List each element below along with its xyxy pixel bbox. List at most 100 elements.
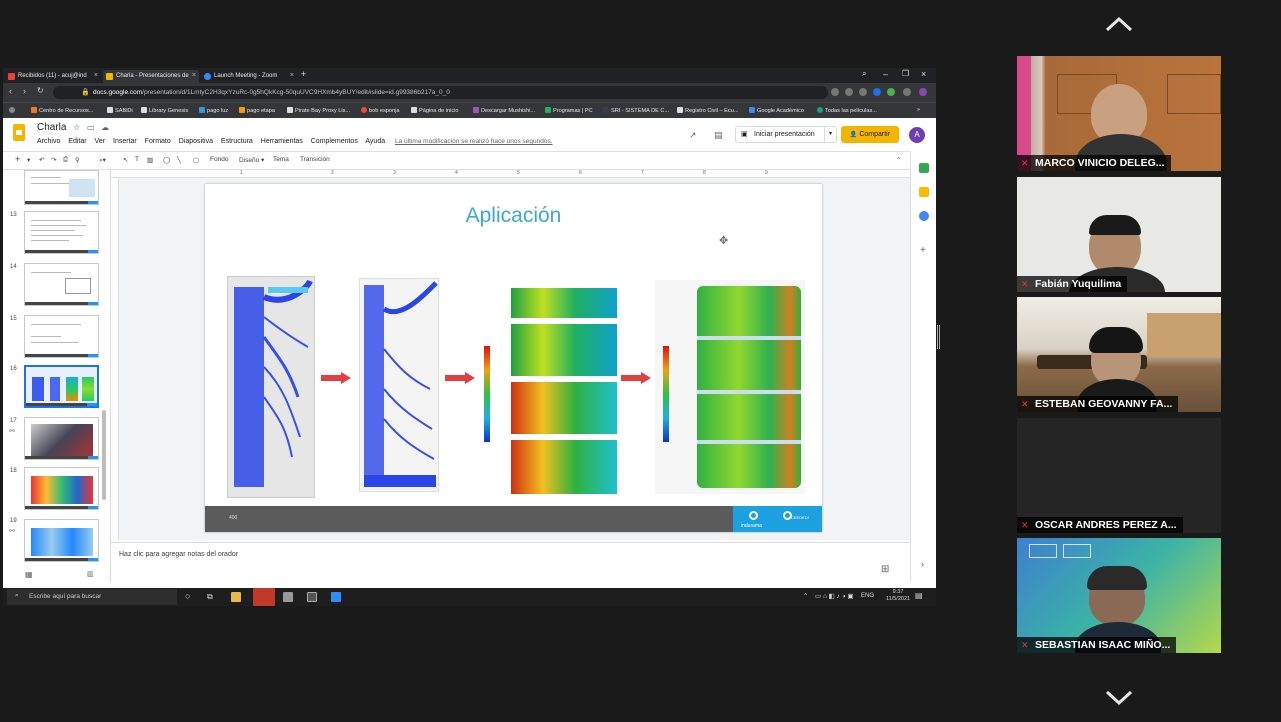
star-icon[interactable]: ☆	[73, 123, 80, 132]
menu-formato[interactable]: Formato	[145, 138, 171, 145]
chevron-up-icon[interactable]: ⌃	[896, 156, 901, 164]
chevron-down-icon[interactable]: ▾	[27, 156, 30, 164]
bookmark-item[interactable]: Registro Civil – Ecu...	[677, 107, 738, 114]
filmstrip-view-icon[interactable]: ▥	[87, 570, 94, 578]
app-icon[interactable]	[307, 592, 317, 602]
bookmark-item[interactable]: Programas | PC	[545, 107, 593, 114]
keep-icon[interactable]	[919, 187, 929, 197]
menu-archivo[interactable]: Archivo	[37, 138, 60, 145]
menu-editar[interactable]: Editar	[68, 138, 86, 145]
temperature-contour-image[interactable]	[479, 284, 619, 496]
tasks-icon[interactable]	[919, 211, 929, 221]
chrome-icon[interactable]	[253, 588, 275, 606]
comments-icon[interactable]: ▤	[714, 130, 723, 141]
slide-thumbnail[interactable]	[24, 519, 99, 562]
more-bookmarks-icon[interactable]: »	[917, 107, 920, 113]
minimize-icon[interactable]: –	[883, 69, 888, 79]
notifications-icon[interactable]: ▤	[915, 591, 923, 600]
filmstrip-scrollbar[interactable]	[102, 410, 106, 500]
forward-icon[interactable]: ›	[23, 86, 26, 96]
present-dropdown-icon[interactable]: ▾	[824, 127, 836, 142]
paint-format-icon[interactable]: ⚲	[75, 156, 80, 164]
bookmark-item[interactable]: pago etapa	[239, 107, 275, 114]
slide-thumbnail-selected[interactable]	[24, 365, 99, 408]
gallery-up-chevron-icon[interactable]	[1104, 14, 1134, 34]
print-icon[interactable]: ⎙	[63, 156, 68, 164]
menu-ayuda[interactable]: Ayuda	[365, 138, 385, 145]
menu-complementos[interactable]: Complementos	[311, 138, 358, 145]
bookmark-item[interactable]: Library Genesis	[141, 107, 188, 114]
design-button[interactable]: Diseño ▾	[239, 156, 264, 164]
bookmark-item[interactable]: Pirate Bay Proxy Lis...	[287, 107, 350, 114]
grid-view-icon[interactable]: ▦	[25, 570, 33, 579]
participant-video[interactable]: ✕ Fabián Yuquilima	[1017, 177, 1221, 292]
app-icon[interactable]	[283, 592, 293, 602]
new-tab-button[interactable]: +	[301, 69, 306, 79]
tray-chevron-icon[interactable]: ⌃	[803, 592, 808, 600]
theme-button[interactable]: Tema	[273, 156, 289, 163]
comment-icon[interactable]: ▢	[193, 156, 199, 164]
line-icon[interactable]: ╲	[177, 156, 181, 164]
bookmark-item[interactable]: SRI - SISTEMA DE C...	[603, 107, 669, 114]
menu-estructura[interactable]: Estructura	[221, 138, 253, 145]
url-input[interactable]: 🔒 docs.google.com/presentation/d/1LmtyC2…	[53, 86, 828, 99]
current-slide[interactable]: Aplicación ✥ 400 indurama CEEDEDI	[205, 184, 822, 532]
cortana-icon[interactable]: ○	[185, 591, 190, 601]
temperature-contour-image[interactable]	[655, 280, 805, 494]
bookmark-item[interactable]: Todas las películas...	[817, 107, 877, 114]
cloud-icon[interactable]: ☁	[101, 123, 109, 132]
participant-video[interactable]: ✕ MARCO VINICIO DELEG...	[1017, 56, 1221, 171]
document-title[interactable]: Charla	[37, 122, 66, 133]
image-icon[interactable]: ▨	[147, 156, 153, 164]
undo-icon[interactable]: ↶	[39, 156, 44, 164]
present-button[interactable]: ▣ Iniciar presentación ▾	[735, 126, 837, 143]
bookmark-item[interactable]: Google Académico	[749, 107, 804, 114]
back-icon[interactable]: ‹	[9, 86, 12, 96]
split-view-divider[interactable]	[937, 325, 940, 349]
menu-diapositiva[interactable]: Diapositiva	[179, 138, 213, 145]
slide-thumbnail[interactable]	[24, 170, 99, 205]
slide-thumbnail[interactable]	[24, 263, 99, 306]
bookmark-item[interactable]: Descargar Mushishi...	[473, 107, 535, 114]
select-icon[interactable]: ↖	[123, 156, 128, 164]
streamline-image[interactable]	[359, 278, 439, 492]
reload-icon[interactable]: ↻	[37, 86, 44, 95]
slide-thumbnail[interactable]	[24, 417, 99, 460]
participant-video[interactable]: ✕ SEBASTIAN ISAAC MIÑO...	[1017, 538, 1221, 653]
taskbar-search-input[interactable]: ⌕ Escribe aquí para buscar	[7, 589, 177, 605]
heart-icon[interactable]	[859, 88, 867, 96]
zoom-icon[interactable]: ⌕▾	[99, 156, 106, 165]
add-addon-icon[interactable]: +	[920, 245, 926, 256]
redo-icon[interactable]: ↷	[51, 156, 56, 164]
gallery-down-chevron-icon[interactable]	[1104, 688, 1134, 708]
last-edit-link[interactable]: La última modificación se realizó hace u…	[395, 138, 553, 145]
tray-icons[interactable]: ▭ ⌂ ◧ ♪ ◑ ▣	[815, 592, 854, 600]
extension-icon[interactable]	[887, 88, 895, 96]
file-explorer-icon[interactable]	[231, 592, 241, 602]
bookmark-item[interactable]: bob esponja	[361, 107, 399, 114]
menu-herramientas[interactable]: Herramientas	[261, 138, 303, 145]
speaker-notes[interactable]: Haz clic para agregar notas del orador	[111, 542, 910, 582]
participant-video-off[interactable]: ✕ OSCAR ANDRES PEREZ A...	[1017, 418, 1221, 533]
participant-video[interactable]: ✕ ESTEBAN GEOVANNY FA...	[1017, 297, 1221, 412]
download-icon[interactable]	[903, 88, 911, 96]
close-tab-icon[interactable]: ×	[290, 72, 294, 79]
account-avatar[interactable]: A	[909, 127, 925, 143]
close-tab-icon[interactable]: ×	[192, 72, 196, 79]
textbox-icon[interactable]: T	[135, 156, 139, 163]
tab-gmail[interactable]: Recibidos (11) - acuj@ind ×	[5, 70, 101, 83]
slide-title[interactable]: Aplicación	[205, 204, 822, 228]
streamline-image[interactable]	[227, 276, 315, 498]
bookmark-item[interactable]: SABiDi	[107, 107, 133, 114]
menu-ver[interactable]: Ver	[95, 138, 106, 145]
taskbar-clock[interactable]: 9:37 11/5/2021	[886, 589, 910, 603]
share-button[interactable]: 👤 Compartir	[841, 126, 899, 143]
new-slide-icon[interactable]: +	[15, 154, 20, 164]
zoom-app-icon[interactable]	[331, 592, 341, 602]
shape-icon[interactable]: ◯	[163, 156, 170, 164]
folder-icon[interactable]: ▭	[87, 123, 95, 132]
profile-icon[interactable]	[919, 88, 927, 96]
transition-button[interactable]: Transición	[300, 156, 330, 163]
slides-logo-icon[interactable]	[13, 124, 25, 141]
search-icon[interactable]	[845, 88, 853, 96]
